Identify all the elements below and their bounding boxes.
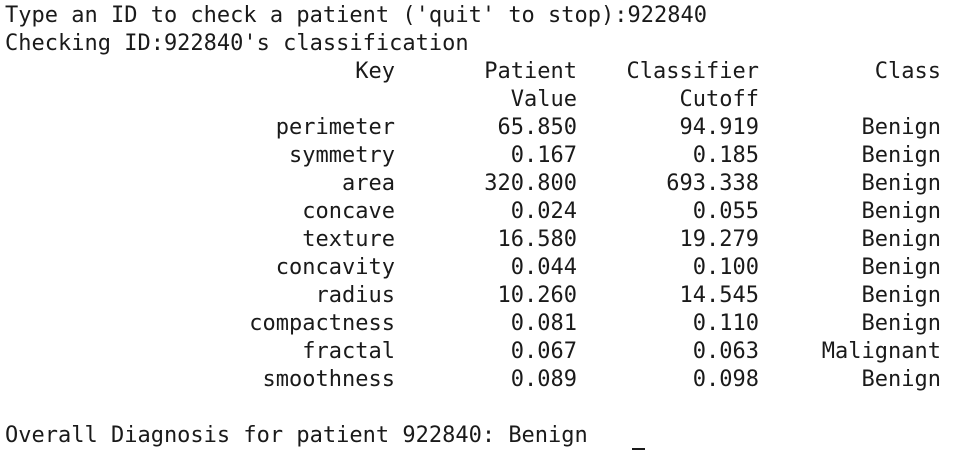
table-row: smoothness 0.089 0.098 Benign (5, 366, 958, 394)
row-patient-value: 0.167 (510, 143, 577, 168)
table-header-row-1: Key Patient Classifier Class (5, 58, 958, 86)
table-row: concavity 0.044 0.100 Benign (5, 254, 958, 282)
row-classifier-cutoff: 14.545 (679, 283, 759, 308)
row-patient-value: 0.024 (510, 199, 577, 224)
table-row: perimeter 65.850 94.919 Benign (5, 114, 958, 142)
row-patient-value: 0.067 (510, 339, 577, 364)
row-patient-value: 0.089 (510, 367, 577, 392)
header-key-spacer (5, 86, 395, 114)
row-patient-value: 0.081 (510, 311, 577, 336)
row-key: area (342, 171, 395, 196)
row-class: Benign (861, 311, 941, 336)
table-row: compactness 0.081 0.110 Benign (5, 310, 958, 338)
row-patient-value: 0.044 (510, 255, 577, 280)
row-key: concave (302, 199, 395, 224)
header-patient-value-top: Patient (484, 59, 577, 84)
checking-line: Checking ID:922840's classification (5, 31, 469, 56)
row-classifier-cutoff: 0.063 (692, 339, 759, 364)
row-key: perimeter (275, 115, 395, 140)
row-key: fractal (302, 339, 395, 364)
row-classifier-cutoff: 693.338 (666, 171, 759, 196)
overall-diagnosis-line: Overall Diagnosis for patient 922840: Be… (5, 422, 958, 450)
header-classifier-cutoff-bottom: Cutoff (679, 87, 759, 112)
row-key: concavity (275, 255, 395, 280)
header-patient-value-bottom: Value (510, 87, 577, 112)
row-patient-value: 16.580 (497, 227, 577, 252)
row-key: smoothness (262, 367, 395, 392)
row-class: Benign (861, 367, 941, 392)
row-classifier-cutoff: 19.279 (679, 227, 759, 252)
terminal-output[interactable]: Type an ID to check a patient ('quit' to… (0, 0, 958, 452)
table-row: fractal 0.067 0.063 Malignant (5, 338, 958, 366)
header-classifier-cutoff-top: Classifier (626, 59, 759, 84)
header-class: Class (874, 59, 941, 84)
row-class: Malignant (821, 339, 941, 364)
header-class-spacer (759, 86, 941, 114)
row-classifier-cutoff: 0.185 (692, 143, 759, 168)
row-classifier-cutoff: 0.110 (692, 311, 759, 336)
overall-diagnosis-text: Overall Diagnosis for patient 922840: Be… (5, 423, 588, 448)
row-key: texture (302, 227, 395, 252)
header-key: Key (355, 59, 395, 84)
row-classifier-cutoff: 0.098 (692, 367, 759, 392)
row-class: Benign (861, 255, 941, 280)
row-classifier-cutoff: 0.100 (692, 255, 759, 280)
row-patient-value: 65.850 (497, 115, 577, 140)
row-class: Benign (861, 199, 941, 224)
table-row: radius 10.260 14.545 Benign (5, 282, 958, 310)
row-patient-value: 320.800 (484, 171, 577, 196)
row-class: Benign (861, 171, 941, 196)
row-class: Benign (861, 227, 941, 252)
row-key: radius (315, 283, 395, 308)
table-header-row-2: Value Cutoff (5, 86, 958, 114)
row-class: Benign (861, 283, 941, 308)
table-row: texture 16.580 19.279 Benign (5, 226, 958, 254)
row-classifier-cutoff: 0.055 (692, 199, 759, 224)
row-patient-value: 10.260 (497, 283, 577, 308)
prompt-line: Type an ID to check a patient ('quit' to… (5, 3, 707, 28)
row-class: Benign (861, 143, 941, 168)
row-key: symmetry (289, 143, 395, 168)
classification-table: perimeter 65.850 94.919 Benign symmetry 0.167… (5, 114, 958, 394)
row-class: Benign (861, 115, 941, 140)
table-row: concave 0.024 0.055 Benign (5, 198, 958, 226)
row-classifier-cutoff: 94.919 (679, 115, 759, 140)
row-key: compactness (249, 311, 395, 336)
table-row: symmetry 0.167 0.185 Benign (5, 142, 958, 170)
table-row: area 320.800 693.338 Benign (5, 170, 958, 198)
text-cursor (631, 448, 645, 450)
